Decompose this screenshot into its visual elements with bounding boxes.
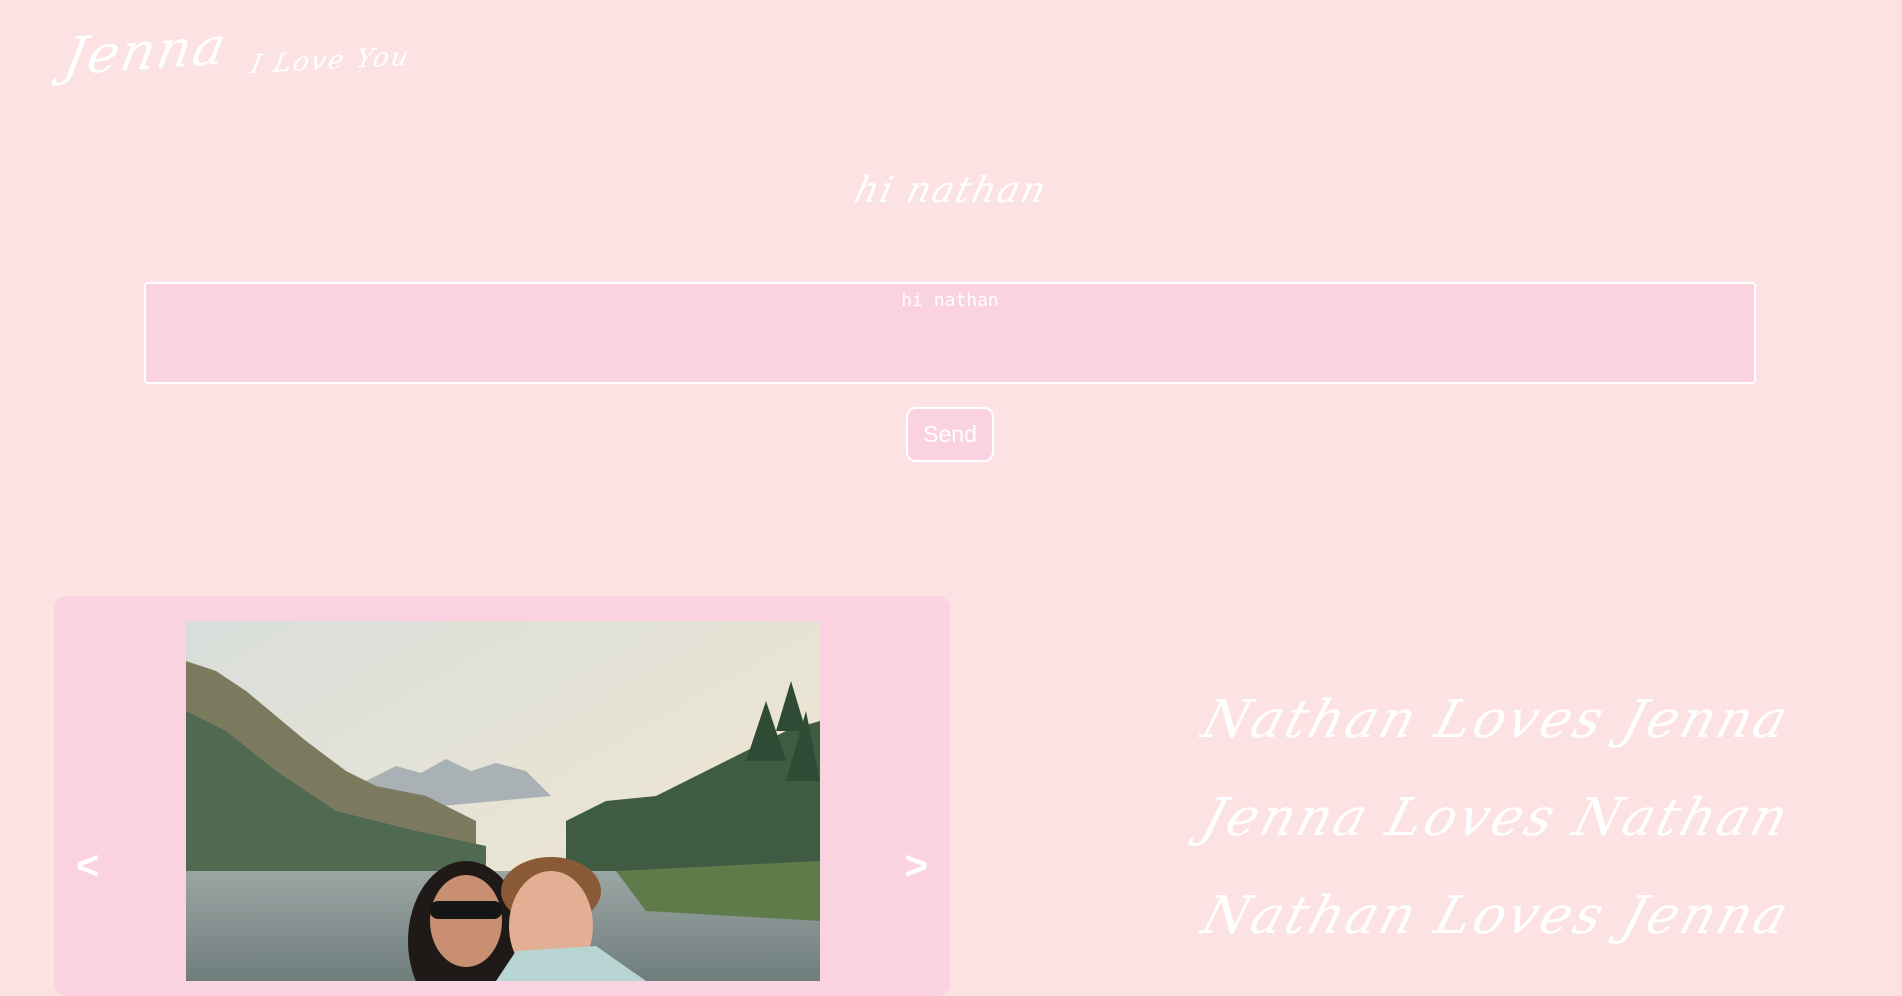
couple-photo-icon (186, 621, 820, 981)
send-button[interactable]: Send (906, 407, 994, 462)
carousel-next-button[interactable]: > (905, 844, 928, 889)
tagline-item: Jenna Loves Nathan (1195, 788, 1798, 848)
greeting-heading: hi nathan (850, 170, 1052, 211)
photo-carousel: < > (54, 596, 950, 996)
site-tagline: I Love You (247, 41, 413, 81)
site-header: Jenna I Love You (59, 17, 412, 88)
site-name: Jenna (59, 16, 233, 88)
tagline-item: Nathan Loves Jenna (1195, 886, 1798, 946)
tagline-list: Nathan Loves Jenna Jenna Loves Nathan Na… (1195, 690, 1797, 984)
carousel-prev-button[interactable]: < (76, 844, 99, 889)
tagline-item: Nathan Loves Jenna (1195, 690, 1798, 750)
message-input[interactable]: hi nathan (144, 282, 1756, 384)
